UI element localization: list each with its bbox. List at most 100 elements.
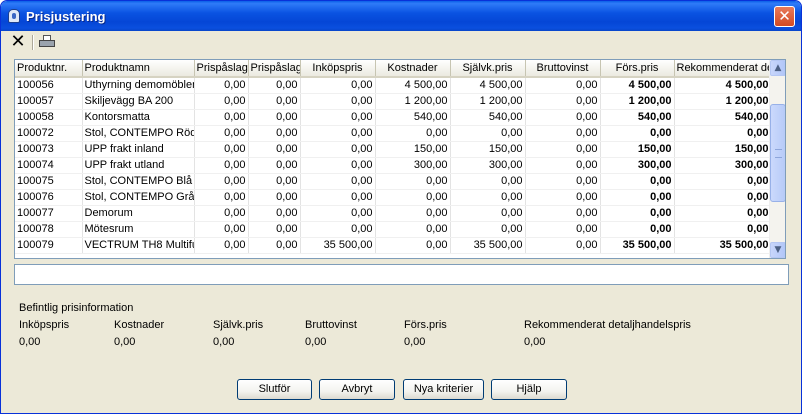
- product-grid[interactable]: Produktnr. Produktnamn Prispåslag. Prispåsl…: [14, 59, 786, 259]
- info-label-costs: Kostnader: [114, 319, 165, 331]
- cancel-button[interactable]: Avbryt: [319, 379, 395, 400]
- cell-product-no: 100076: [15, 189, 83, 206]
- cell-markup-pct: 0,00: [194, 77, 249, 94]
- title-bar[interactable]: Prisjustering ✕: [1, 1, 801, 31]
- criteria-input[interactable]: [14, 264, 789, 285]
- info-value-cost-price: 0,00: [213, 336, 235, 348]
- finish-button[interactable]: Slutför: [237, 379, 312, 400]
- table-row[interactable]: 100077 Demorum 0,00 0,00 0,00 0,00 0,00 0,00 0,0…: [15, 205, 772, 222]
- scroll-thumb[interactable]: [770, 104, 785, 202]
- cell-gross-profit: 0,00: [525, 205, 601, 222]
- cell-recommended-retail: 1 200,00: [674, 93, 772, 110]
- grid-scrollbar[interactable]: ▲ ▼: [769, 60, 785, 258]
- info-value-sales-price: 0,00: [404, 336, 426, 348]
- column-header-markup[interactable]: Prispåslag: [248, 60, 301, 78]
- table-row[interactable]: 100076 Stol, CONTEMPO Grå -0,00 0,00 0,00 0,…: [15, 189, 772, 206]
- cell-cost-price: 0,00: [450, 205, 526, 222]
- cell-product-name: Demorum: [82, 205, 195, 222]
- table-row[interactable]: 100074 UPP frakt utland 0,00 0,00 0,00 300,00…: [15, 157, 772, 174]
- cell-markup-pct: 0,00: [194, 141, 249, 158]
- cell-product-name: Stol, CONTEMPO Blå -: [82, 173, 195, 190]
- cell-gross-profit: 0,00: [525, 173, 601, 190]
- cell-product-name: Skiljevägg BA 200: [82, 93, 195, 110]
- cell-sales-price: 4 500,00: [600, 77, 675, 94]
- cell-recommended-retail: 0,00: [674, 221, 772, 238]
- cell-cost-price: 0,00: [450, 125, 526, 142]
- new-criteria-button[interactable]: Nya kriterier: [403, 379, 484, 400]
- cell-recommended-retail: 35 500,00: [674, 237, 772, 254]
- print-icon[interactable]: [39, 35, 55, 49]
- cell-recommended-retail: 150,00: [674, 141, 772, 158]
- info-value-purchase-price: 0,00: [19, 336, 41, 348]
- table-row[interactable]: 100057 Skiljevägg BA 200 0,00 0,00 0,00 1 200…: [15, 93, 772, 110]
- cell-gross-profit: 0,00: [525, 77, 601, 94]
- cell-product-no: 100078: [15, 221, 83, 238]
- cell-product-no: 100077: [15, 205, 83, 222]
- cell-costs: 300,00: [375, 157, 451, 174]
- cell-product-no: 100072: [15, 125, 83, 142]
- toolbar: ✕: [5, 32, 797, 54]
- cell-sales-price: 0,00: [600, 205, 675, 222]
- cell-gross-profit: 0,00: [525, 157, 601, 174]
- cell-cost-price: 35 500,00: [450, 237, 526, 254]
- cell-markup: 0,00: [248, 157, 301, 174]
- cell-markup: 0,00: [248, 189, 301, 206]
- column-header-product-name[interactable]: Produktnamn: [82, 60, 195, 78]
- window-title: Prisjustering: [26, 9, 106, 24]
- cell-costs: 0,00: [375, 189, 451, 206]
- info-label-cost-price: Självk.pris: [213, 319, 264, 331]
- cell-cost-price: 0,00: [450, 221, 526, 238]
- cell-sales-price: 300,00: [600, 157, 675, 174]
- table-row[interactable]: 100078 Mötesrum 0,00 0,00 0,00 0,00 0,00 0,00 0,…: [15, 221, 772, 238]
- cell-recommended-retail: 0,00: [674, 205, 772, 222]
- table-row[interactable]: 100072 Stol, CONTEMPO Röd 0,00 0,00 0,00 0,00…: [15, 125, 772, 142]
- column-header-product-no[interactable]: Produktnr.: [15, 60, 83, 78]
- cell-markup-pct: 0,00: [194, 189, 249, 206]
- table-row[interactable]: 100056 Uthyrning demomöbler, 0,00 0,00 0,00 4…: [15, 77, 772, 94]
- scroll-down-icon[interactable]: ▼: [770, 242, 785, 258]
- cell-gross-profit: 0,00: [525, 93, 601, 110]
- cell-purchase-price: 0,00: [300, 221, 376, 238]
- table-row[interactable]: 100073 UPP frakt inland 0,00 0,00 0,00 150,00…: [15, 141, 772, 158]
- cell-product-no: 100057: [15, 93, 83, 110]
- column-header-recommended-retail[interactable]: Rekommenderat det: [674, 60, 772, 78]
- cell-markup-pct: 0,00: [194, 125, 249, 142]
- cell-markup-pct: 0,00: [194, 93, 249, 110]
- column-header-cost-price[interactable]: Självk.pris: [450, 60, 526, 78]
- table-row[interactable]: 100058 Kontorsmatta 0,00 0,00 0,00 540,00 540,…: [15, 109, 772, 126]
- cell-recommended-retail: 300,00: [674, 157, 772, 174]
- info-label-sales-price: Förs.pris: [404, 319, 447, 331]
- cell-gross-profit: 0,00: [525, 125, 601, 142]
- column-header-costs[interactable]: Kostnader: [375, 60, 451, 78]
- cell-markup: 0,00: [248, 141, 301, 158]
- grid-header-row: Produktnr. Produktnamn Prispåslag. Prispåsl…: [15, 60, 772, 78]
- cell-product-no: 100074: [15, 157, 83, 174]
- delete-icon[interactable]: ✕: [9, 33, 27, 51]
- info-value-gross-profit: 0,00: [305, 336, 327, 348]
- column-header-markup-pct[interactable]: Prispåslag.: [194, 60, 249, 78]
- price-adjustment-dialog: Prisjustering ✕ ✕ Produktnr. Produktnamn P…: [0, 0, 802, 414]
- close-button[interactable]: ✕: [774, 6, 795, 27]
- cell-product-name: Stol, CONTEMPO Röd: [82, 125, 195, 142]
- table-row[interactable]: 100079 VECTRUM TH8 Multifu 0,00 0,00 35 500,…: [15, 237, 772, 254]
- cell-product-name: UPP frakt utland: [82, 157, 195, 174]
- column-header-sales-price[interactable]: Förs.pris: [600, 60, 675, 78]
- cell-markup-pct: 0,00: [194, 237, 249, 254]
- cell-cost-price: 0,00: [450, 173, 526, 190]
- cell-costs: 540,00: [375, 109, 451, 126]
- cell-purchase-price: 0,00: [300, 173, 376, 190]
- column-header-purchase-price[interactable]: Inköpspris: [300, 60, 376, 78]
- table-row[interactable]: 100075 Stol, CONTEMPO Blå -0,00 0,00 0,00 0,…: [15, 173, 772, 190]
- cell-sales-price: 0,00: [600, 189, 675, 206]
- cell-product-name: UPP frakt inland: [82, 141, 195, 158]
- cell-recommended-retail: 540,00: [674, 109, 772, 126]
- cell-product-name: Stol, CONTEMPO Grå -: [82, 189, 195, 206]
- info-label-purchase-price: Inköpspris: [19, 319, 70, 331]
- cell-sales-price: 0,00: [600, 125, 675, 142]
- cell-product-no: 100058: [15, 109, 83, 126]
- cell-markup: 0,00: [248, 125, 301, 142]
- column-header-gross-profit[interactable]: Bruttovinst: [525, 60, 601, 78]
- cell-sales-price: 0,00: [600, 173, 675, 190]
- help-button[interactable]: Hjälp: [491, 379, 567, 400]
- scroll-up-icon[interactable]: ▲: [770, 60, 785, 76]
